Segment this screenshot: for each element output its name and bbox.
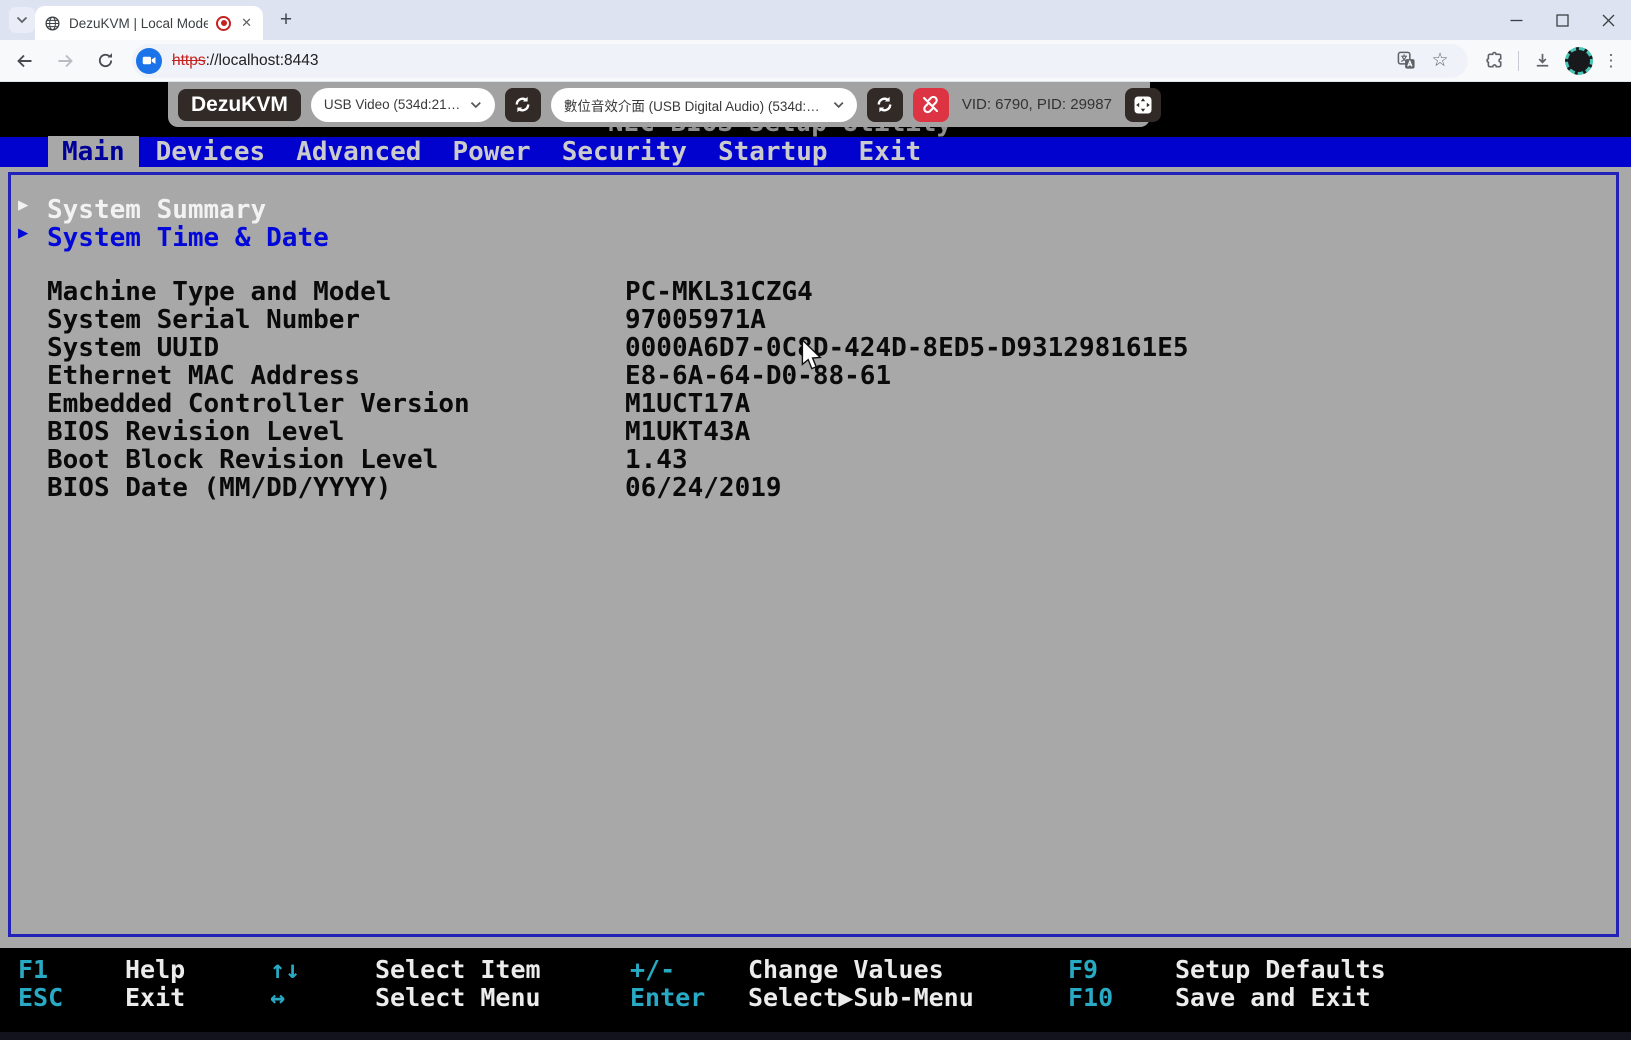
- device-vid-pid: VID: 6790, PID: 29987: [959, 96, 1115, 113]
- broken-link-icon: [921, 95, 940, 114]
- bios-link-system-summary[interactable]: ▶ System Summary: [18, 195, 329, 223]
- fullscreen-button[interactable]: [1125, 88, 1161, 122]
- detail-row: Machine Type and ModelPC-MKL31CZG4: [47, 278, 1189, 306]
- maximize-button[interactable]: [1539, 0, 1585, 40]
- arrow-left-right-icon: ↔: [270, 984, 375, 1012]
- kvm-viewport: NEC BIOS Setup Utility DezuKVM USB Video…: [0, 82, 1631, 1040]
- browser-toolbar: https://localhost:8443 ☆ ⋮: [0, 40, 1631, 82]
- new-tab-button[interactable]: +: [273, 7, 299, 33]
- disconnect-button[interactable]: [913, 88, 949, 122]
- close-icon: [1602, 14, 1615, 27]
- submenu-triangle-icon: ▶: [18, 223, 47, 251]
- bios-menu-advanced[interactable]: Advanced: [296, 137, 421, 167]
- refresh-icon: [875, 95, 894, 114]
- mouse-cursor-icon: [800, 338, 824, 372]
- expand-icon: [1133, 95, 1153, 115]
- minimize-button[interactable]: [1493, 0, 1539, 40]
- kvm-toolbar: DezuKVM USB Video (534d:2109) 數位音效介面 (US…: [168, 82, 1150, 127]
- toolbar-divider: [1518, 51, 1519, 71]
- minimize-icon: [1510, 14, 1523, 27]
- browser-menu-button[interactable]: ⋮: [1599, 51, 1623, 71]
- audio-device-select[interactable]: 數位音效介面 (USB Digital Audio) (534d:2109): [551, 88, 857, 122]
- screen-bottom-strip: [0, 1032, 1631, 1040]
- close-window-button[interactable]: [1585, 0, 1631, 40]
- translate-button[interactable]: [1397, 51, 1416, 70]
- maximize-icon: [1556, 14, 1569, 27]
- bios-menu-bar: Main Devices Advanced Power Security Sta…: [0, 137, 1631, 167]
- detail-row: Embedded Controller VersionM1UCT17A: [47, 390, 1189, 418]
- back-icon: [15, 51, 35, 71]
- bios-menu-devices[interactable]: Devices: [156, 137, 266, 167]
- translate-icon: [1397, 51, 1416, 70]
- browser-tab[interactable]: DezuKVM | Local Mode ✕: [35, 6, 263, 40]
- puzzle-icon: [1486, 51, 1505, 70]
- chevron-down-icon: [470, 101, 482, 109]
- recording-indicator-icon: [216, 16, 231, 31]
- bookmark-star-icon[interactable]: ☆: [1426, 49, 1454, 72]
- url-rest: ://localhost:8443: [206, 52, 319, 69]
- refresh-icon: [513, 95, 532, 114]
- tab-title: DezuKVM | Local Mode: [69, 16, 208, 31]
- bios-detail-list: Machine Type and ModelPC-MKL31CZG4 Syste…: [0, 278, 1189, 502]
- download-icon: [1533, 51, 1552, 70]
- tab-search-button[interactable]: [9, 7, 35, 33]
- bios-menu-main[interactable]: Main: [48, 136, 139, 168]
- window-controls: [1493, 0, 1631, 40]
- video-device-select[interactable]: USB Video (534d:2109): [311, 88, 495, 122]
- chevron-down-icon: [16, 16, 28, 24]
- extensions-button[interactable]: [1478, 44, 1512, 78]
- url-scheme: https: [172, 52, 206, 69]
- downloads-button[interactable]: [1525, 44, 1559, 78]
- bios-main-panel: ▶ System Summary ▶ System Time & Date Ma…: [0, 167, 1631, 948]
- detail-row: System Serial Number97005971A: [47, 306, 1189, 334]
- address-bar[interactable]: https://localhost:8443 ☆: [132, 44, 1468, 78]
- help-row: F1Help ↑↓Select Item +/-Change Values F9…: [0, 956, 1631, 984]
- camera-site-icon[interactable]: [136, 48, 162, 74]
- refresh-video-button[interactable]: [505, 88, 541, 122]
- arrow-up-down-icon: ↑↓: [270, 956, 375, 984]
- detail-row: Boot Block Revision Level1.43: [47, 446, 1189, 474]
- forward-button[interactable]: [48, 44, 82, 78]
- forward-icon: [55, 51, 75, 71]
- kvm-brand-badge: DezuKVM: [178, 89, 301, 121]
- detail-row: BIOS Revision LevelM1UKT43A: [47, 418, 1189, 446]
- bios-link-system-time-date[interactable]: ▶ System Time & Date: [18, 223, 329, 251]
- submenu-triangle-icon: ▶: [18, 195, 47, 223]
- tab-strip: DezuKVM | Local Mode ✕ +: [0, 0, 1631, 40]
- help-row: ESCExit ↔Select Menu EnterSelect▶Sub-Men…: [0, 984, 1631, 1012]
- chevron-down-icon: [833, 101, 844, 109]
- reload-icon: [96, 51, 115, 70]
- refresh-audio-button[interactable]: [867, 88, 903, 122]
- bios-menu-exit[interactable]: Exit: [859, 137, 922, 167]
- profile-avatar[interactable]: [1565, 47, 1593, 75]
- url-text[interactable]: https://localhost:8443: [172, 52, 1387, 70]
- bios-help-bar: F1Help ↑↓Select Item +/-Change Values F9…: [0, 948, 1631, 1040]
- globe-icon: [44, 15, 61, 32]
- bios-menu-security[interactable]: Security: [562, 137, 687, 167]
- back-button[interactable]: [8, 44, 42, 78]
- detail-row: Ethernet MAC AddressE8-6A-64-D0-88-61: [47, 362, 1189, 390]
- detail-row: System UUID0000A6D7-0C8D-424D-8ED5-D9312…: [47, 334, 1189, 362]
- bios-menu-power[interactable]: Power: [452, 137, 530, 167]
- bios-menu-startup[interactable]: Startup: [718, 137, 828, 167]
- tab-close-icon[interactable]: ✕: [239, 15, 254, 31]
- detail-row: BIOS Date (MM/DD/YYYY)06/24/2019: [47, 474, 1189, 502]
- reload-button[interactable]: [88, 44, 122, 78]
